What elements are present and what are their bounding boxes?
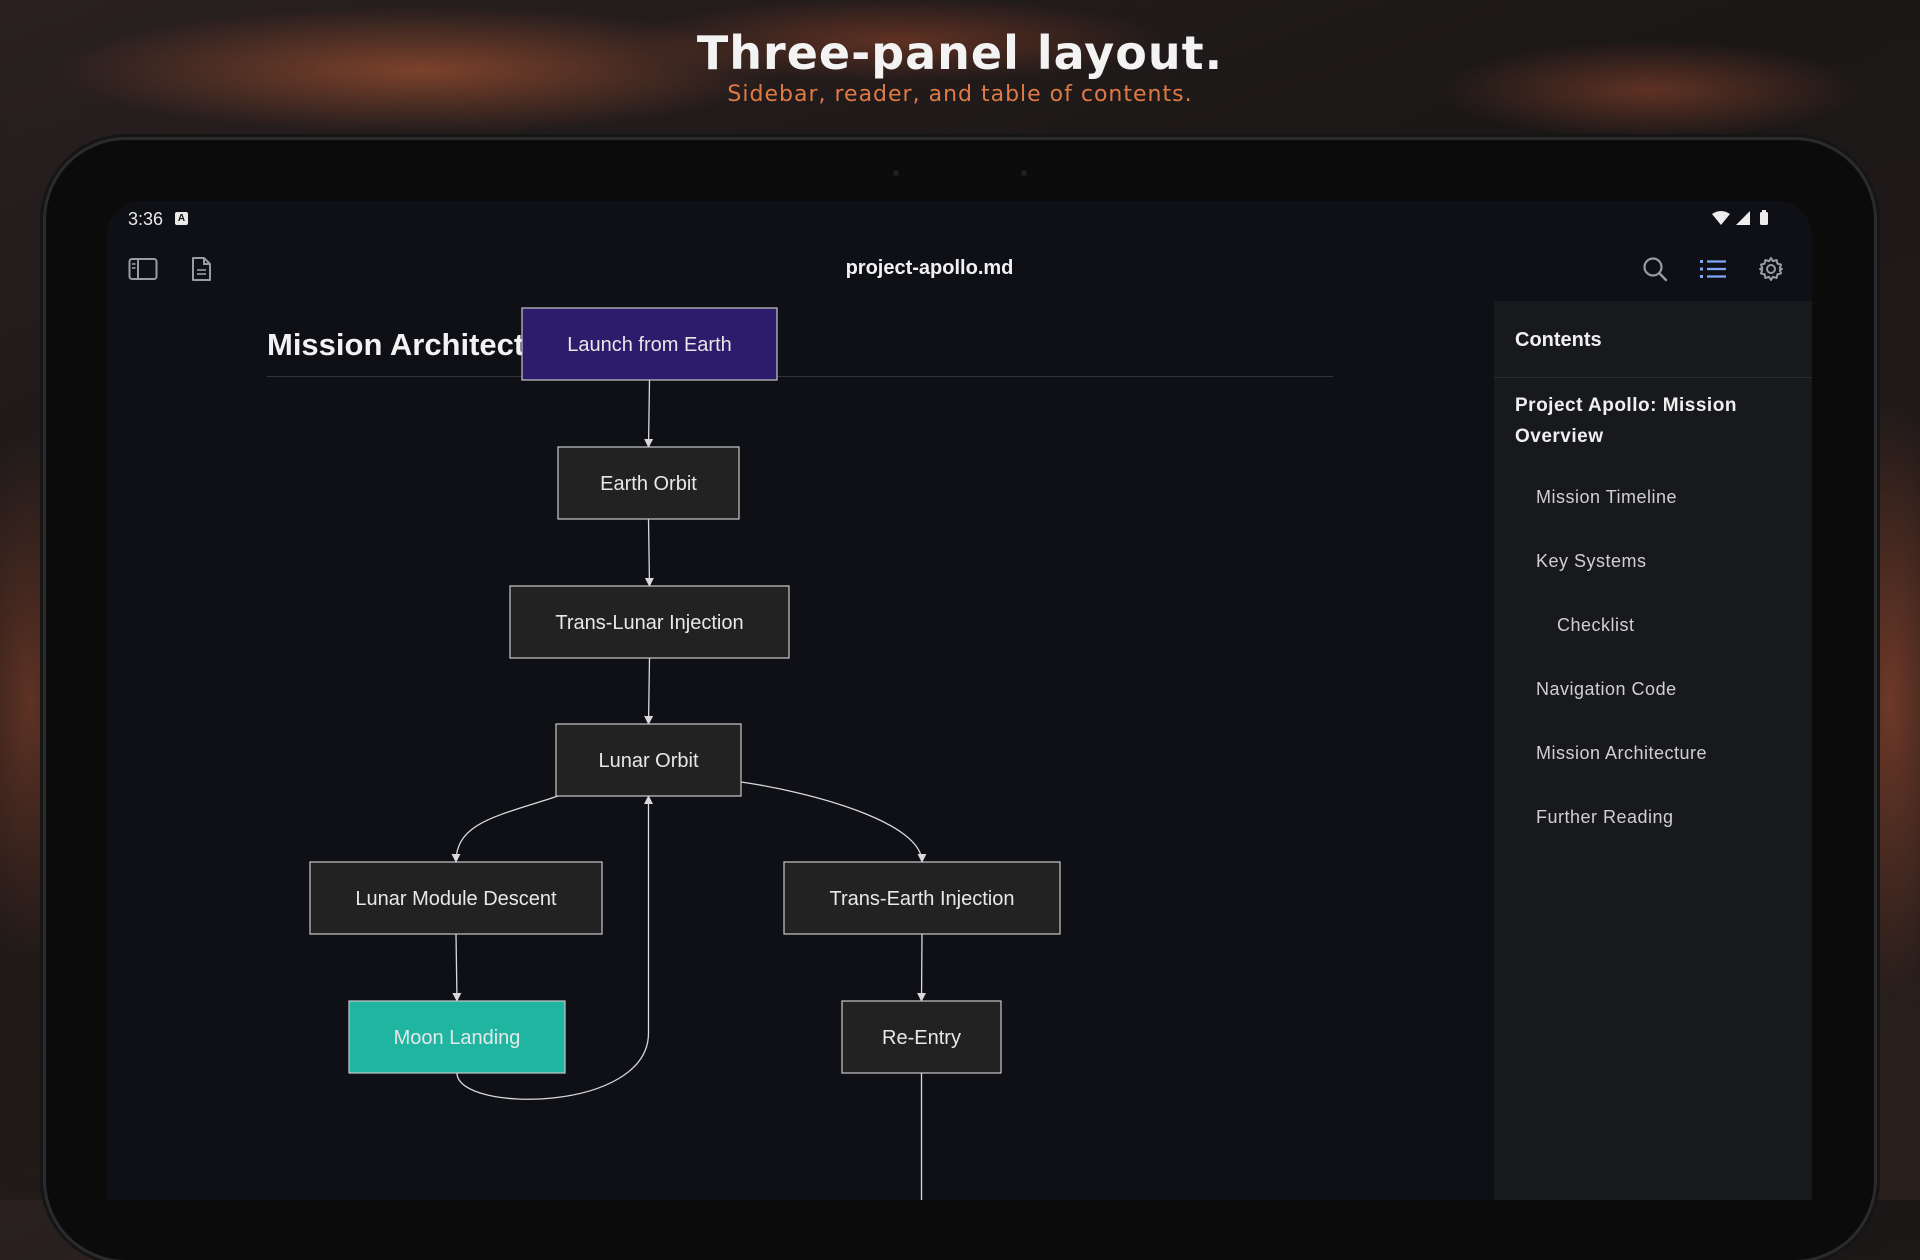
toc-divider (1494, 377, 1812, 378)
sensor-dot (893, 170, 899, 176)
diagram-node-label: Launch from Earth (567, 334, 732, 356)
toc-item-mission-architecture[interactable]: Mission Architecture (1536, 743, 1707, 764)
diagram-edge-earth-orbit-to-tli (644, 518, 654, 587)
toc-toggle-button[interactable] (1695, 251, 1731, 287)
status-icons (1710, 209, 1776, 234)
search-button[interactable] (1637, 251, 1673, 287)
diagram-node-label: Lunar Module Descent (355, 888, 557, 910)
gear-icon (1759, 257, 1783, 281)
toc-item-project-overview[interactable]: Project Apollo: Mission Overview (1515, 390, 1765, 452)
toc-item-mission-timeline[interactable]: Mission Timeline (1536, 487, 1677, 508)
toc-item-checklist[interactable]: Checklist (1557, 615, 1635, 636)
diagram-edge-lm-descent-to-moon-landing (452, 933, 462, 1002)
diagram-node-label: Moon Landing (394, 1027, 521, 1049)
wifi-icon (1712, 211, 1730, 225)
document-title: project-apollo.md (845, 257, 1014, 279)
diagram-edge-tei-to-reentry (917, 933, 927, 1002)
toc-item-further-reading[interactable]: Further Reading (1536, 807, 1674, 828)
diagram-edge-lunar-orbit-to-tei (740, 781, 927, 863)
toolbar: project-apollo.md (107, 237, 1812, 301)
promo-subtitle: Sidebar, reader, and table of contents. (727, 82, 1193, 107)
battery-icon (1760, 212, 1768, 225)
settings-button[interactable] (1753, 251, 1789, 287)
diagram-node-label: Lunar Orbit (598, 750, 698, 772)
diagram-node-label: Trans-Lunar Injection (555, 612, 743, 634)
diagram-node-label: Earth Orbit (600, 473, 697, 495)
diagram-node-label: Re-Entry (882, 1027, 961, 1049)
a-icon: A (175, 212, 188, 225)
signal-icon (1736, 211, 1750, 225)
toc-panel: Contents Project Apollo: Mission Overvie… (1494, 301, 1812, 1200)
status-bar: 3:36 A (107, 201, 1812, 237)
camera-dot (1021, 170, 1027, 176)
promo-title: Three-panel layout. (696, 26, 1224, 80)
diagram-node-label: Trans-Earth Injection (830, 888, 1015, 910)
mission-architecture-diagram: Launch from Earth Earth Orbit Trans-Lunar … (309, 307, 1061, 1200)
toc-item-navigation-code[interactable]: Navigation Code (1536, 679, 1677, 700)
tablet-screen: 3:36 A project-apollo.md Mission Archite… (107, 201, 1812, 1200)
diagram-edge-tli-to-lunar-orbit (644, 657, 654, 725)
list-icon (1700, 260, 1726, 278)
status-time: 3:36 (128, 209, 164, 229)
reader-panel: Mission Architecture Launch from Earth Ea… (107, 301, 1494, 1200)
toc-item-key-systems[interactable]: Key Systems (1536, 551, 1647, 572)
search-icon (1643, 257, 1668, 282)
toc-header: Contents (1515, 329, 1602, 351)
diagram-edge-lunar-orbit-to-lm-descent (451, 795, 559, 863)
diagram-edge-launch-to-earth-orbit (644, 379, 654, 448)
